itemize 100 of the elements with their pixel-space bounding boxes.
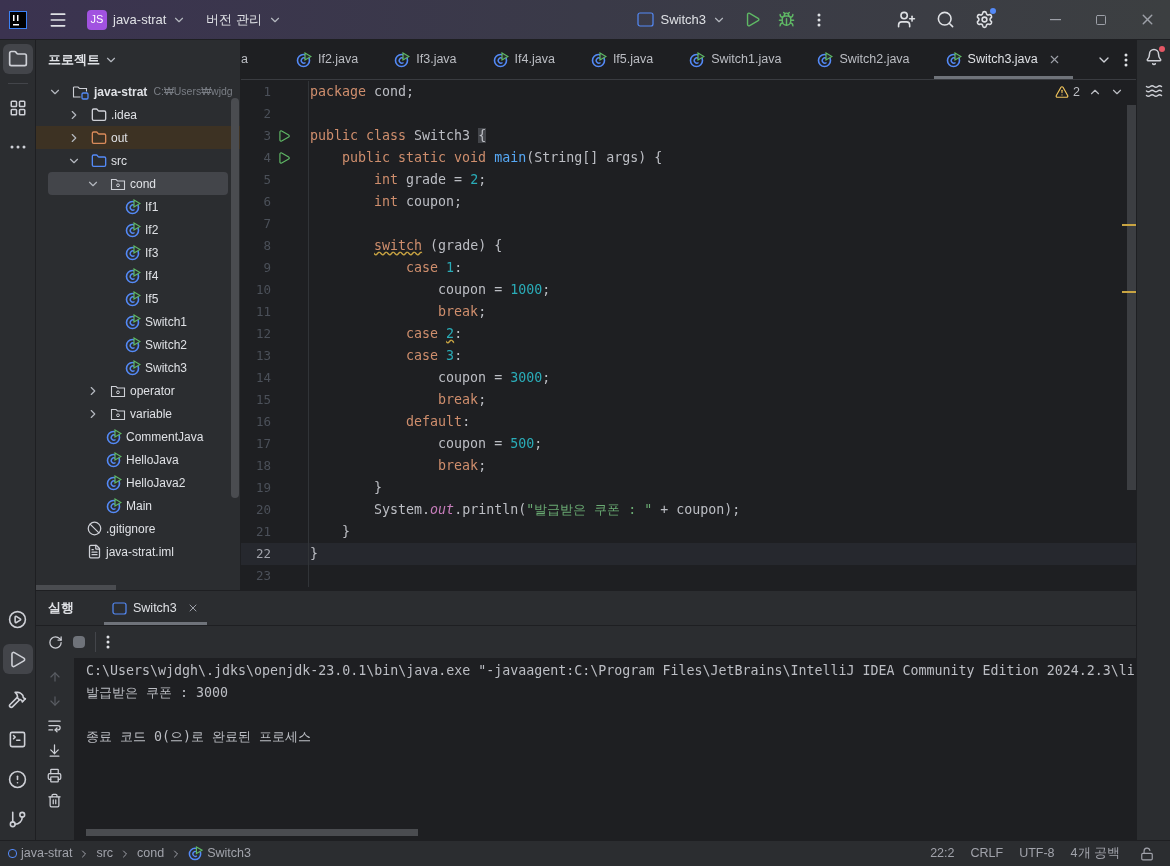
editor-tab[interactable]: Switch1.java	[677, 40, 794, 79]
wrap-text-icon[interactable]	[47, 718, 62, 733]
tree-item[interactable]: operator	[36, 379, 240, 402]
more-icon	[817, 12, 821, 27]
tree-item[interactable]: If5	[36, 287, 240, 310]
trash-icon[interactable]	[47, 793, 62, 808]
more-icon	[1124, 52, 1128, 67]
class-icon	[125, 336, 141, 353]
breadcrumb[interactable]: Switch3	[207, 844, 251, 863]
more-actions-button[interactable]	[817, 12, 821, 27]
code-token: :	[462, 414, 471, 430]
settings-button[interactable]	[975, 10, 994, 29]
rerun-button[interactable]	[48, 634, 63, 650]
tool-window-button[interactable]	[2, 644, 33, 674]
vcs-menu-button[interactable]: 버전 관리	[206, 9, 283, 30]
code-token: coupon =	[438, 282, 504, 298]
class-icon	[106, 497, 122, 514]
code-token: 3000	[510, 370, 543, 386]
tree-item[interactable]: src	[36, 149, 240, 172]
print-icon[interactable]	[47, 768, 62, 783]
tree-item[interactable]: If2	[36, 218, 240, 241]
code-token: }	[342, 524, 351, 540]
notifications-button[interactable]	[1144, 48, 1163, 66]
status-item[interactable]: CRLF	[970, 844, 1004, 863]
status-item[interactable]: UTF-8	[1019, 844, 1055, 863]
tree-item[interactable]: Switch3	[36, 356, 240, 379]
code-token: coupon;	[406, 194, 463, 210]
code-token: cond;	[374, 84, 415, 100]
code-token: :	[454, 260, 463, 276]
play-icon	[744, 11, 761, 28]
scroll-to-end-icon[interactable]	[47, 743, 62, 758]
run-tab[interactable]: Switch3	[104, 591, 207, 625]
run-gutter-icon[interactable]	[277, 129, 291, 143]
tree-item[interactable]: HelloJava	[36, 448, 240, 471]
console-line: 발급받은 쿠폰 : 3000	[86, 684, 230, 702]
tree-item[interactable]: CommentJava	[36, 425, 240, 448]
status-item[interactable]: 4개 공백	[1070, 844, 1120, 863]
editor-tab[interactable]: a	[241, 40, 248, 79]
structure-icon	[8, 99, 27, 117]
horizontal-scrollbar[interactable]	[36, 585, 116, 590]
tree-item[interactable]: HelloJava2	[36, 471, 240, 494]
tree-item[interactable]: If4	[36, 264, 240, 287]
search-button[interactable]	[936, 10, 955, 29]
class-icon	[689, 51, 706, 68]
code-token: ;	[542, 370, 551, 386]
tree-item[interactable]: Main	[36, 494, 240, 517]
tree-item[interactable]: If1	[36, 195, 240, 218]
breadcrumb[interactable]: src	[96, 844, 114, 863]
maximize-icon	[1095, 13, 1107, 26]
breadcrumb[interactable]: cond	[137, 844, 165, 863]
tree-item[interactable]: out	[36, 126, 240, 149]
tree-item-label: .gitignore	[106, 520, 156, 538]
run-config-selector[interactable]: Switch3	[637, 9, 726, 30]
code-token: ;	[542, 282, 551, 298]
code-token: coupon =	[438, 436, 504, 452]
more-icon	[9, 145, 26, 149]
editor-tab[interactable]: If4.java	[480, 40, 567, 79]
editor-scrollbar[interactable]	[1127, 105, 1136, 490]
vertical-scrollbar[interactable]	[231, 98, 239, 498]
project-view-selector[interactable]: 프로젝트	[36, 40, 130, 80]
editor-tab[interactable]: Switch3.java	[933, 40, 1073, 79]
class-icon	[590, 51, 607, 68]
tree-item-label: If4	[145, 267, 159, 285]
tree-item[interactable]: Switch2	[36, 333, 240, 356]
horizontal-scrollbar[interactable]	[86, 829, 418, 836]
tree-item-label: HelloJava2	[126, 474, 186, 492]
code-token: out	[430, 502, 455, 518]
tree-item[interactable]: java-strat.iml	[36, 540, 240, 563]
warning-count[interactable]: 2	[1073, 83, 1080, 102]
tree-item[interactable]: .idea	[36, 103, 240, 126]
project-switcher[interactable]: JS java-strat	[87, 9, 187, 30]
editor-tab[interactable]: If5.java	[578, 40, 666, 79]
tree-item[interactable]: variable	[36, 402, 240, 425]
more-button[interactable]	[106, 635, 110, 649]
tree-item[interactable]: cond	[48, 172, 228, 195]
tree-item[interactable]: java-strat C:₩Users₩wjdg	[36, 80, 240, 103]
unlocked-icon[interactable]	[1140, 846, 1154, 861]
code-token: "발급받은 쿠폰 : "	[526, 502, 653, 518]
tree-item[interactable]: If3	[36, 241, 240, 264]
editor-tab[interactable]: If3.java	[382, 40, 469, 79]
run-button[interactable]	[744, 11, 761, 28]
run-gutter-icon[interactable]	[277, 151, 291, 165]
code-with-me-button[interactable]	[897, 10, 916, 29]
editor-tab[interactable]: Switch2.java	[805, 40, 922, 79]
class-icon	[817, 51, 834, 68]
tree-item-label: src	[111, 152, 127, 170]
folder-icon	[91, 106, 107, 123]
code-token: + coupon);	[660, 502, 741, 518]
class-icon	[188, 846, 204, 861]
tree-item[interactable]: Switch1	[36, 310, 240, 333]
breadcrumb[interactable]: java-strat	[21, 844, 73, 863]
stop-button[interactable]	[73, 636, 85, 648]
status-item[interactable]: 22:2	[930, 844, 955, 863]
panel-title: 실행	[47, 599, 75, 617]
tree-item[interactable]: .gitignore	[36, 517, 240, 540]
code-token: 3	[446, 348, 455, 364]
editor-tab[interactable]: If2.java	[283, 40, 371, 79]
window-icon	[112, 601, 127, 615]
debug-button[interactable]	[778, 11, 795, 28]
tool-window-button[interactable]	[2, 44, 33, 74]
